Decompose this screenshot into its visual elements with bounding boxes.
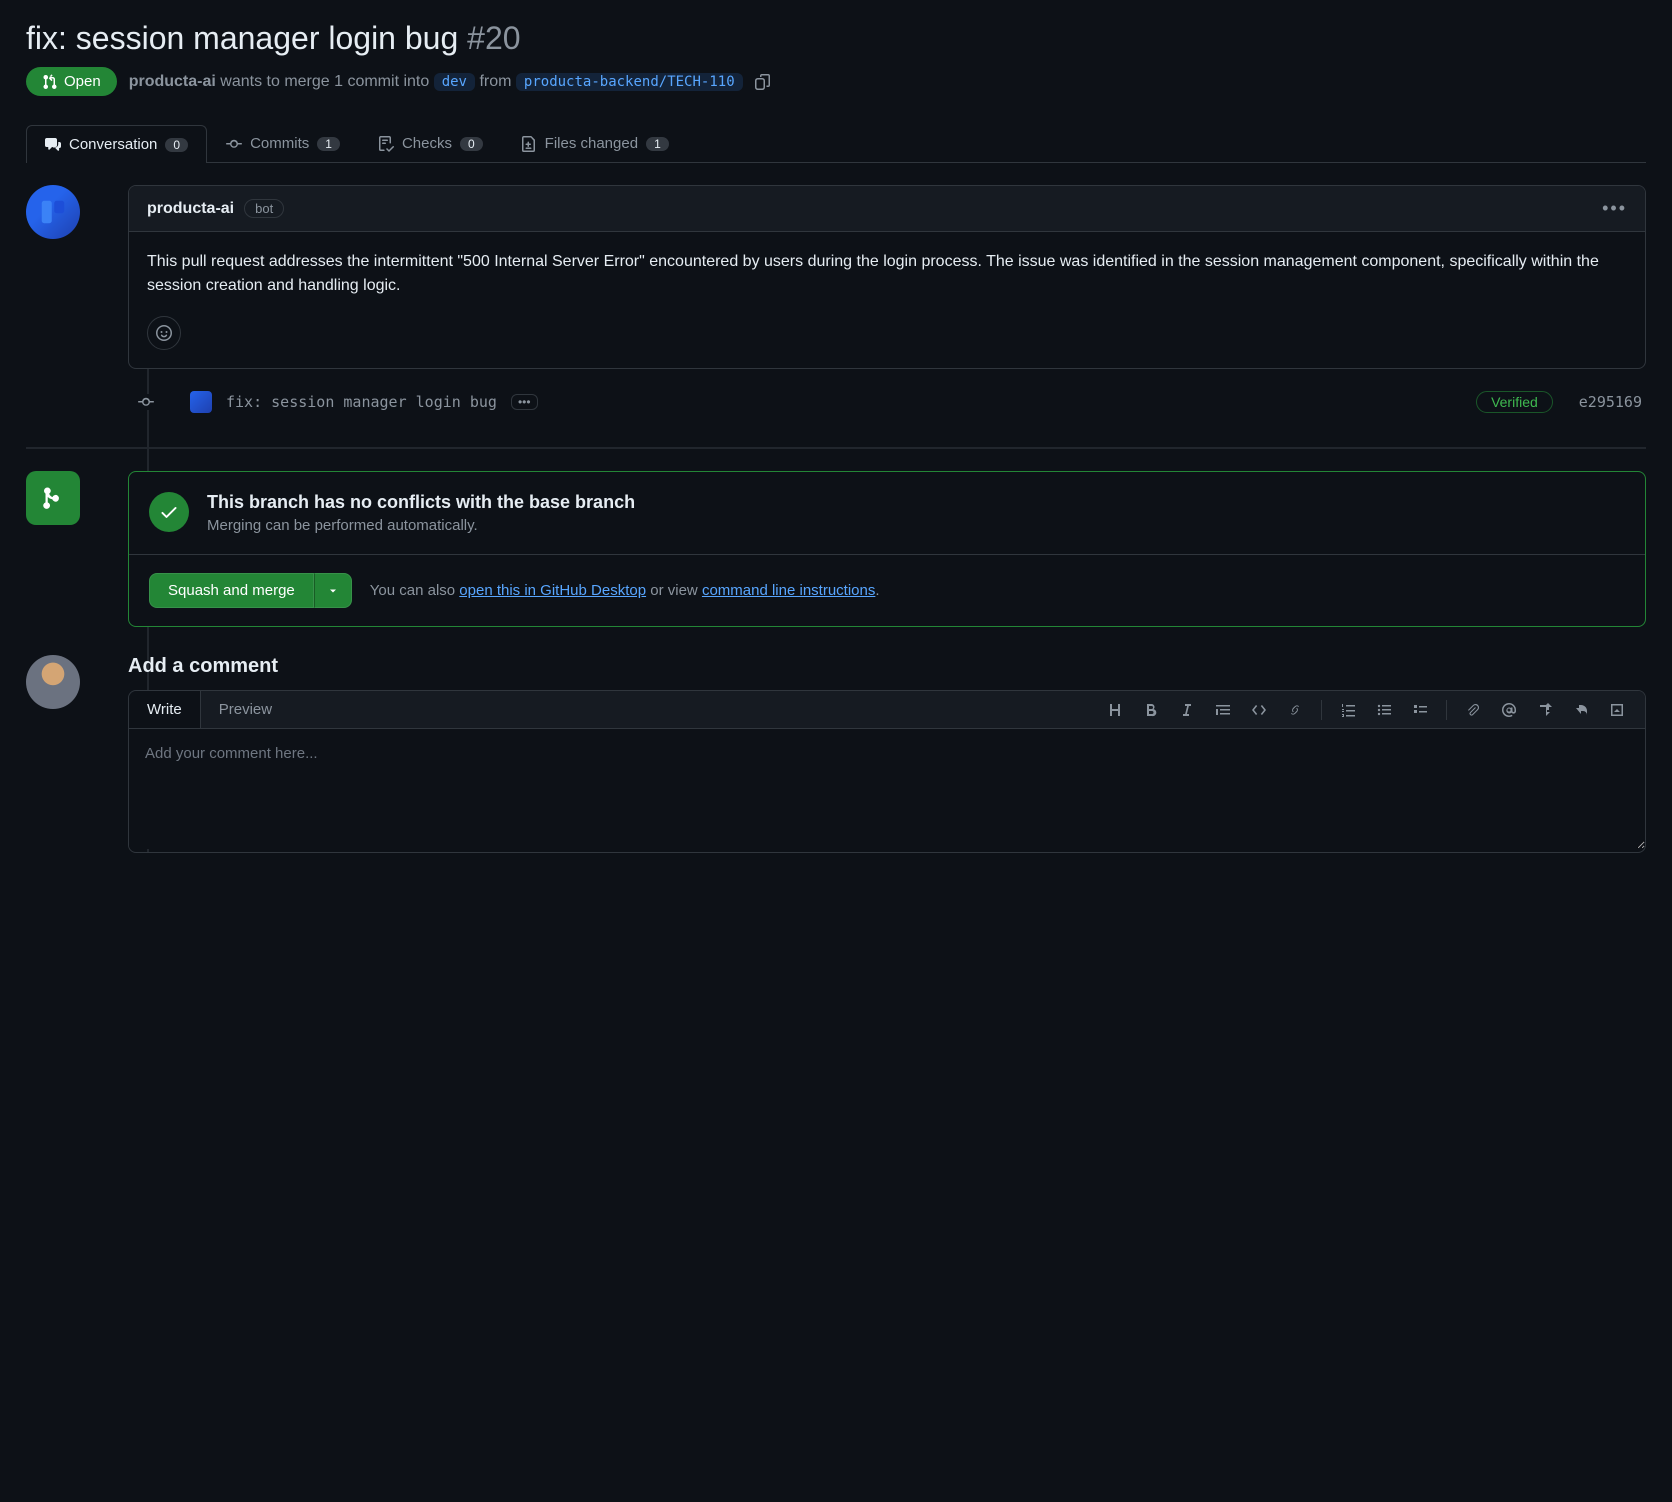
smiley-icon [156,325,172,341]
head-branch-chip[interactable]: producta-backend/TECH-110 [516,73,743,91]
checklist-icon [378,136,394,152]
pr-author[interactable]: producta-ai [129,73,216,90]
unordered-list-icon[interactable] [1368,696,1400,724]
pr-number: #20 [467,20,520,56]
quote-icon[interactable] [1207,696,1239,724]
add-reaction-button[interactable] [147,316,181,350]
pr-title-text: fix: session manager login bug [26,20,458,56]
code-icon[interactable] [1243,696,1275,724]
italic-icon[interactable] [1171,696,1203,724]
editor-tab-write[interactable]: Write [129,691,201,728]
link-icon[interactable] [1279,696,1311,724]
pr-tabs: Conversation 0 Commits 1 Checks 0 Files … [26,124,1646,163]
current-user-avatar[interactable] [26,655,80,709]
tab-conversation[interactable]: Conversation 0 [26,125,207,163]
tab-conversation-label: Conversation [69,136,157,153]
comment-author[interactable]: producta-ai [147,200,234,218]
ordered-list-icon[interactable] [1332,696,1364,724]
triangle-down-icon [327,585,339,597]
squash-merge-button[interactable]: Squash and merge [149,573,314,608]
bot-badge: bot [244,199,284,218]
file-diff-icon [521,136,537,152]
commit-row: fix: session manager login bug ••• Verif… [26,383,1646,421]
tab-checks-count: 0 [460,137,483,151]
author-avatar[interactable] [26,185,80,239]
toolbar-separator [1446,700,1447,720]
tab-conversation-count: 0 [165,138,188,152]
cli-instructions-link[interactable]: command line instructions [702,582,875,599]
tab-files-count: 1 [646,137,669,151]
comment-editor: Write Preview [128,690,1646,853]
merge-text-2: from [479,73,511,90]
cross-reference-icon[interactable] [1529,696,1561,724]
merge-text-1: wants to merge 1 commit into [220,73,429,90]
diff-icon[interactable] [1601,696,1633,724]
merge-status-subtitle: Merging can be performed automatically. [207,517,635,534]
comment-menu-icon[interactable]: ••• [1602,198,1627,219]
comment-body: This pull request addresses the intermit… [129,232,1645,316]
bold-icon[interactable] [1135,696,1167,724]
reply-icon[interactable] [1565,696,1597,724]
git-pull-request-icon [42,74,58,90]
check-circle-icon [149,492,189,532]
merge-help-text: You can also open this in GitHub Desktop… [370,582,880,599]
pr-title: fix: session manager login bug #20 [26,20,1646,57]
commit-sha[interactable]: e295169 [1579,393,1642,411]
attach-icon[interactable] [1457,696,1489,724]
state-badge-open: Open [26,67,117,96]
commit-menu-icon[interactable]: ••• [511,394,538,410]
task-list-icon[interactable] [1404,696,1436,724]
state-label: Open [64,73,101,90]
mention-icon[interactable] [1493,696,1525,724]
tab-commits-label: Commits [250,135,309,152]
open-desktop-link[interactable]: open this in GitHub Desktop [459,582,646,599]
git-merge-icon [41,486,65,510]
tab-checks-label: Checks [402,135,452,152]
commit-message[interactable]: fix: session manager login bug [226,393,497,411]
tab-files-label: Files changed [545,135,638,152]
base-branch-chip[interactable]: dev [434,73,475,91]
timeline-divider [26,447,1646,449]
commit-author-avatar[interactable] [190,391,212,413]
git-commit-icon [138,394,154,410]
git-commit-icon [226,136,242,152]
merge-dropdown-button[interactable] [314,573,352,608]
merge-status-title: This branch has no conflicts with the ba… [207,492,635,513]
merge-box: This branch has no conflicts with the ba… [128,471,1646,627]
tab-commits[interactable]: Commits 1 [207,124,359,162]
comment-textarea[interactable] [129,729,1645,849]
tab-checks[interactable]: Checks 0 [359,124,502,162]
comment-discussion-icon [45,137,61,153]
verified-badge[interactable]: Verified [1476,391,1553,413]
tab-commits-count: 1 [317,137,340,151]
editor-toolbar [1099,696,1645,724]
toolbar-separator [1321,700,1322,720]
add-comment-heading: Add a comment [128,655,1646,678]
editor-tab-preview[interactable]: Preview [201,691,290,728]
pr-meta: Open producta-ai wants to merge 1 commit… [26,67,1646,96]
heading-icon[interactable] [1099,696,1131,724]
merge-status-icon [26,471,80,525]
comment-box: producta-ai bot ••• This pull request ad… [128,185,1646,369]
copy-icon[interactable] [755,74,771,90]
tab-files-changed[interactable]: Files changed 1 [502,124,688,162]
